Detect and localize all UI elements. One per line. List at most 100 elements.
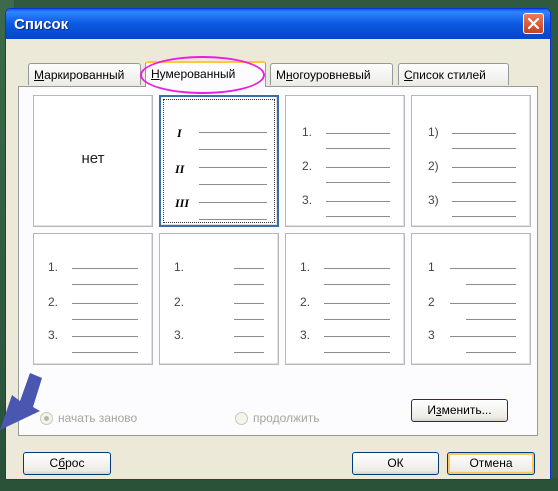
style-arabic-plain[interactable]: 1 2 3: [411, 233, 531, 365]
close-button[interactable]: [523, 13, 544, 34]
button-label: ОК: [387, 456, 404, 470]
list-line: [450, 336, 516, 337]
list-line: [326, 201, 390, 202]
style-none[interactable]: нет: [33, 95, 153, 227]
button-label: рос: [65, 456, 85, 470]
list-line: [199, 184, 267, 185]
list-number: 3.: [48, 328, 59, 342]
tab-list-styles[interactable]: Список стилей: [398, 63, 509, 85]
list-number: 3.: [174, 328, 185, 342]
button-label: Отмена: [469, 456, 513, 470]
tab-label-accel: н: [286, 68, 293, 82]
list-line: [234, 284, 264, 285]
tab-multilevel[interactable]: Многоуровневый: [270, 63, 393, 85]
list-line: [199, 132, 267, 133]
list-number: 1.: [174, 260, 185, 274]
list-number: 2.: [48, 295, 59, 309]
list-line: [199, 149, 267, 150]
tab-label: М: [276, 68, 286, 82]
modify-button[interactable]: Изменить...: [411, 399, 508, 422]
list-line: [326, 216, 390, 217]
list-number: 3.: [300, 328, 311, 342]
style-arabic-dot[interactable]: 1. 2. 3.: [285, 95, 405, 227]
list-line: [72, 284, 138, 285]
close-icon: [527, 17, 540, 30]
list-line: [450, 268, 516, 269]
list-line: [452, 148, 516, 149]
list-line: [324, 352, 390, 353]
list-line: [326, 133, 390, 134]
restart-label: начать заново: [58, 411, 138, 425]
list-line: [326, 167, 390, 168]
button-label: И: [427, 403, 437, 417]
continue-label: продолжить: [253, 411, 320, 425]
list-number: 1): [428, 125, 439, 139]
list-line: [324, 284, 390, 285]
list-line: [466, 284, 516, 285]
style-arabic-dot-hanging[interactable]: 1. 2. 3.: [285, 233, 405, 365]
button-label: менить...: [441, 403, 492, 417]
list-line: [234, 268, 264, 269]
list-dialog: Список Маркированный Нумерованный Многоу…: [5, 8, 551, 480]
list-number: 2: [428, 295, 435, 309]
list-number: III: [175, 196, 190, 210]
list-line: [72, 352, 138, 353]
list-number: 1.: [300, 260, 311, 274]
reset-button[interactable]: Сброс: [23, 452, 111, 475]
style-arabic-dot-right[interactable]: 1. 2. 3.: [159, 233, 279, 365]
list-number: 2.: [300, 295, 311, 309]
list-number: 1.: [302, 125, 313, 139]
list-line: [234, 319, 264, 320]
list-line: [326, 148, 390, 149]
list-line: [452, 201, 516, 202]
list-line: [324, 319, 390, 320]
tab-label-accel: М: [34, 68, 45, 82]
ok-button[interactable]: ОК: [352, 452, 439, 475]
list-line: [72, 268, 138, 269]
tab-strip: Маркированный Нумерованный Многоуровневы…: [6, 49, 550, 91]
list-line: [199, 219, 267, 220]
style-roman[interactable]: I II III: [159, 95, 279, 227]
list-line: [72, 303, 138, 304]
list-line: [466, 352, 516, 353]
list-line: [452, 167, 516, 168]
list-number: 3: [428, 328, 435, 342]
tab-label-accel: Н: [151, 67, 160, 81]
cancel-button[interactable]: Отмена: [447, 452, 535, 475]
tab-label: огоуровневый: [292, 68, 371, 82]
list-line: [199, 167, 267, 168]
list-line: [326, 182, 390, 183]
style-arabic-paren[interactable]: 1) 2) 3): [411, 95, 531, 227]
list-number: 2): [428, 159, 439, 173]
list-line: [324, 303, 390, 304]
list-line: [324, 336, 390, 337]
list-number: 2.: [302, 159, 313, 173]
list-number: 1: [428, 260, 435, 274]
tab-label: умерованный: [159, 67, 236, 81]
title-bar[interactable]: Список: [6, 9, 550, 39]
style-arabic-dot-indented[interactable]: 1. 2. 3.: [33, 233, 153, 365]
list-line: [452, 133, 516, 134]
tab-label: аркированный: [44, 68, 125, 82]
list-number: II: [175, 162, 185, 176]
list-number: 2.: [174, 295, 185, 309]
tab-label: писок стилей: [412, 68, 486, 82]
restart-radio[interactable]: [40, 412, 53, 425]
list-line: [450, 303, 516, 304]
list-number: 3.: [302, 193, 313, 207]
list-line: [199, 202, 267, 203]
tab-numbered[interactable]: Нумерованный: [145, 61, 266, 87]
window-title: Список: [14, 16, 69, 33]
tab-bulleted[interactable]: Маркированный: [28, 63, 141, 85]
list-line: [466, 319, 516, 320]
tab-label-accel: С: [404, 68, 413, 82]
list-number: I: [177, 126, 182, 140]
list-line: [452, 182, 516, 183]
continue-radio[interactable]: [235, 412, 248, 425]
list-line: [72, 319, 138, 320]
list-line: [234, 336, 264, 337]
button-label: С: [49, 456, 59, 470]
list-number: 1.: [48, 260, 59, 274]
list-line: [234, 303, 264, 304]
list-line: [72, 336, 138, 337]
